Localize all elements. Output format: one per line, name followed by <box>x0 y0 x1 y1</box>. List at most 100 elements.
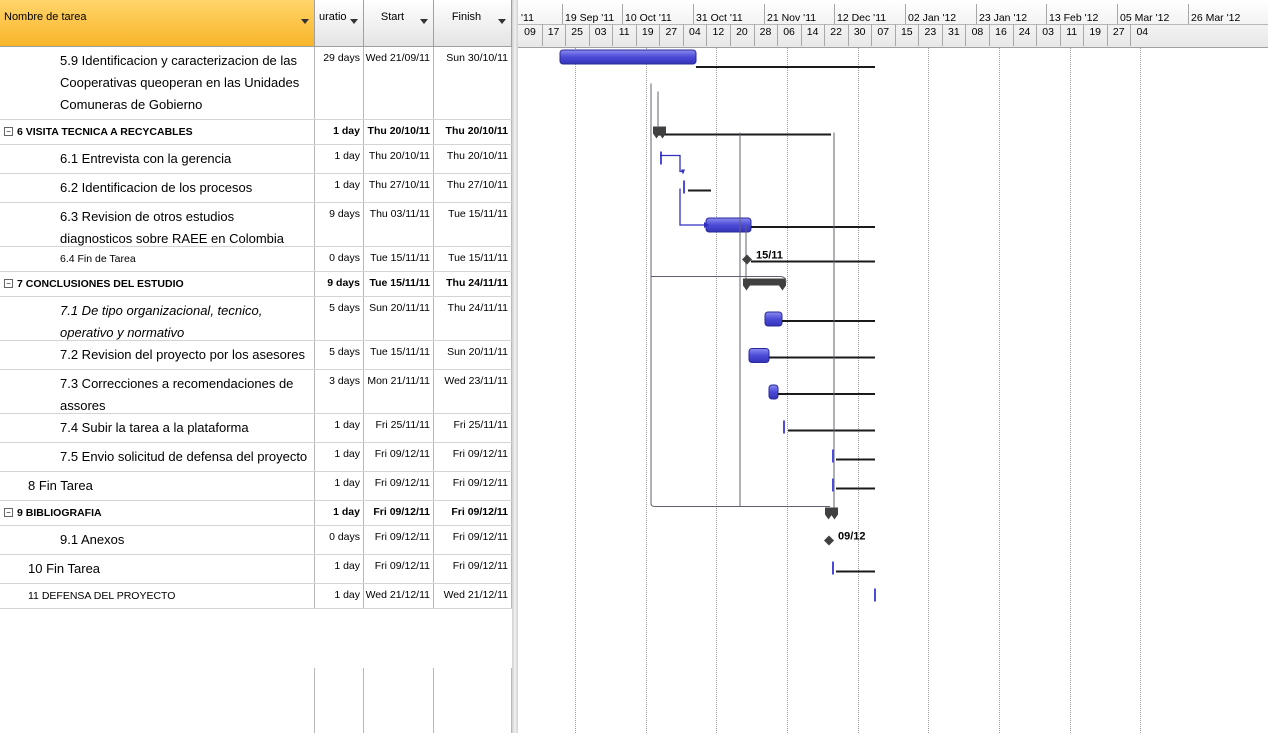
milestone-icon[interactable] <box>824 535 834 546</box>
task-duration-cell[interactable]: 9 days <box>315 203 364 246</box>
task-bar[interactable] <box>748 348 770 363</box>
task-bar[interactable] <box>874 588 876 602</box>
task-finish-cell[interactable]: Fri 09/12/11 <box>434 526 512 554</box>
chevron-down-icon[interactable] <box>420 19 428 24</box>
task-row[interactable]: 8 Fin Tarea 1 day Fri 09/12/11 Fri 09/12/11 <box>0 472 512 501</box>
task-name-cell[interactable]: 7.1 De tipo organizacional, tecnico, oper… <box>0 297 315 340</box>
task-duration-cell[interactable]: 1 day <box>315 555 364 583</box>
task-duration-cell[interactable]: 0 days <box>315 247 364 271</box>
task-finish-cell[interactable]: Thu 24/11/11 <box>434 297 512 340</box>
task-finish-cell[interactable]: Fri 25/11/11 <box>434 414 512 442</box>
task-finish-cell[interactable]: Thu 27/10/11 <box>434 174 512 202</box>
task-bar[interactable] <box>783 420 785 434</box>
summary-bar[interactable] <box>743 278 786 286</box>
task-finish-cell[interactable]: Thu 20/10/11 <box>434 145 512 173</box>
task-row[interactable]: 7.5 Envio solicitud de defensa del proye… <box>0 443 512 472</box>
task-name-cell[interactable]: 6.4 Fin de Tarea <box>0 247 315 271</box>
task-duration-cell[interactable]: 3 days <box>315 370 364 413</box>
summary-task-row[interactable]: −9 BIBLIOGRAFIA 1 day Fri 09/12/11 Fri 09/1… <box>0 501 512 526</box>
task-bar[interactable] <box>683 180 685 194</box>
task-bar[interactable] <box>660 151 662 165</box>
task-duration-cell[interactable]: 29 days <box>315 47 364 119</box>
task-finish-cell[interactable]: Fri 09/12/11 <box>434 501 512 525</box>
task-start-cell[interactable]: Fri 09/12/11 <box>364 526 434 554</box>
summary-task-row[interactable]: −7 CONCLUSIONES DEL ESTUDIO 9 days Tue 15/… <box>0 272 512 297</box>
task-start-cell[interactable]: Fri 25/11/11 <box>364 414 434 442</box>
task-row[interactable]: 7.3 Correcciones a recomendaciones de ass… <box>0 370 512 414</box>
task-name-cell[interactable]: 7.2 Revision del proyecto por los asesor… <box>0 341 315 369</box>
milestone-icon[interactable] <box>742 254 752 265</box>
collapse-toggle-icon[interactable]: − <box>4 508 13 517</box>
task-row[interactable]: 11 DEFENSA DEL PROYECTO 1 day Wed 21/12/11… <box>0 584 512 609</box>
column-header-finish[interactable]: Finish <box>434 0 512 47</box>
task-name-cell[interactable]: −6 VISITA TECNICA A RECYCABLES <box>0 120 315 144</box>
task-duration-cell[interactable]: 1 day <box>315 501 364 525</box>
chevron-down-icon[interactable] <box>350 19 358 24</box>
task-duration-cell[interactable]: 1 day <box>315 414 364 442</box>
chevron-down-icon[interactable] <box>301 19 309 24</box>
task-start-cell[interactable]: Fri 09/12/11 <box>364 555 434 583</box>
column-header-start[interactable]: Start <box>364 0 434 47</box>
task-name-cell[interactable]: 7.3 Correcciones a recomendaciones de ass… <box>0 370 315 413</box>
task-start-cell[interactable]: Fri 09/12/11 <box>364 501 434 525</box>
task-name-cell[interactable]: 8 Fin Tarea <box>0 472 315 500</box>
column-header-task-name[interactable]: Nombre de tarea <box>0 0 315 47</box>
task-bar[interactable] <box>705 217 752 233</box>
task-duration-cell[interactable]: 1 day <box>315 472 364 500</box>
task-duration-cell[interactable]: 9 days <box>315 272 364 296</box>
task-finish-cell[interactable]: Wed 23/11/11 <box>434 370 512 413</box>
task-name-cell[interactable]: 7.4 Subir la tarea a la plataforma <box>0 414 315 442</box>
task-start-cell[interactable]: Fri 09/12/11 <box>364 472 434 500</box>
task-row[interactable]: 6.2 Identificacion de los procesos 1 day T… <box>0 174 512 203</box>
task-row[interactable]: 9.1 Anexos 0 days Fri 09/12/11 Fri 09/12/11 <box>0 526 512 555</box>
task-finish-cell[interactable]: Tue 15/11/11 <box>434 247 512 271</box>
task-finish-cell[interactable]: Thu 24/11/11 <box>434 272 512 296</box>
task-bar[interactable] <box>832 561 834 575</box>
task-finish-cell[interactable]: Tue 15/11/11 <box>434 203 512 246</box>
task-start-cell[interactable]: Fri 09/12/11 <box>364 443 434 471</box>
task-name-cell[interactable]: 6.3 Revision de otros estudios diagnostic… <box>0 203 315 246</box>
task-start-cell[interactable]: Mon 21/11/11 <box>364 370 434 413</box>
task-row[interactable]: 10 Fin Tarea 1 day Fri 09/12/11 Fri 09/12/1… <box>0 555 512 584</box>
task-finish-cell[interactable]: Sun 30/10/11 <box>434 47 512 119</box>
task-bar[interactable] <box>764 311 783 327</box>
task-duration-cell[interactable]: 5 days <box>315 297 364 340</box>
task-start-cell[interactable]: Tue 15/11/11 <box>364 341 434 369</box>
task-name-cell[interactable]: 11 DEFENSA DEL PROYECTO <box>0 584 315 608</box>
task-row[interactable]: 7.1 De tipo organizacional, tecnico, oper… <box>0 297 512 341</box>
task-start-cell[interactable]: Thu 20/10/11 <box>364 145 434 173</box>
summary-bar[interactable] <box>653 126 666 134</box>
column-header-duration[interactable]: uratio <box>315 0 364 47</box>
task-start-cell[interactable]: Thu 27/10/11 <box>364 174 434 202</box>
task-row[interactable]: 5.9 Identificacion y caracterizacion de … <box>0 47 512 120</box>
task-duration-cell[interactable]: 1 day <box>315 174 364 202</box>
task-finish-cell[interactable]: Thu 20/10/11 <box>434 120 512 144</box>
task-start-cell[interactable]: Tue 15/11/11 <box>364 247 434 271</box>
task-row[interactable]: 6.3 Revision de otros estudios diagnostic… <box>0 203 512 247</box>
task-name-cell[interactable]: 5.9 Identificacion y caracterizacion de … <box>0 47 315 119</box>
collapse-toggle-icon[interactable]: − <box>4 127 13 136</box>
task-start-cell[interactable]: Thu 03/11/11 <box>364 203 434 246</box>
task-finish-cell[interactable]: Sun 20/11/11 <box>434 341 512 369</box>
collapse-toggle-icon[interactable]: − <box>4 279 13 288</box>
task-start-cell[interactable]: Wed 21/09/11 <box>364 47 434 119</box>
summary-bar[interactable] <box>825 507 838 515</box>
task-duration-cell[interactable]: 1 day <box>315 120 364 144</box>
task-name-cell[interactable]: −9 BIBLIOGRAFIA <box>0 501 315 525</box>
task-duration-cell[interactable]: 0 days <box>315 526 364 554</box>
summary-task-row[interactable]: −6 VISITA TECNICA A RECYCABLES 1 day Thu 2… <box>0 120 512 145</box>
task-duration-cell[interactable]: 1 day <box>315 145 364 173</box>
task-duration-cell[interactable]: 5 days <box>315 341 364 369</box>
task-start-cell[interactable]: Tue 15/11/11 <box>364 272 434 296</box>
task-finish-cell[interactable]: Wed 21/12/11 <box>434 584 512 608</box>
chevron-down-icon[interactable] <box>498 19 506 24</box>
task-name-cell[interactable]: 7.5 Envio solicitud de defensa del proye… <box>0 443 315 471</box>
task-name-cell[interactable]: 9.1 Anexos <box>0 526 315 554</box>
task-row[interactable]: 6.1 Entrevista con la gerencia 1 day Thu 2… <box>0 145 512 174</box>
task-name-cell[interactable]: −7 CONCLUSIONES DEL ESTUDIO <box>0 272 315 296</box>
task-duration-cell[interactable]: 1 day <box>315 443 364 471</box>
task-row[interactable]: 6.4 Fin de Tarea 0 days Tue 15/11/11 Tue 15… <box>0 247 512 272</box>
task-start-cell[interactable]: Wed 21/12/11 <box>364 584 434 608</box>
task-name-cell[interactable]: 10 Fin Tarea <box>0 555 315 583</box>
task-row[interactable]: 7.4 Subir la tarea a la plataforma 1 day F… <box>0 414 512 443</box>
